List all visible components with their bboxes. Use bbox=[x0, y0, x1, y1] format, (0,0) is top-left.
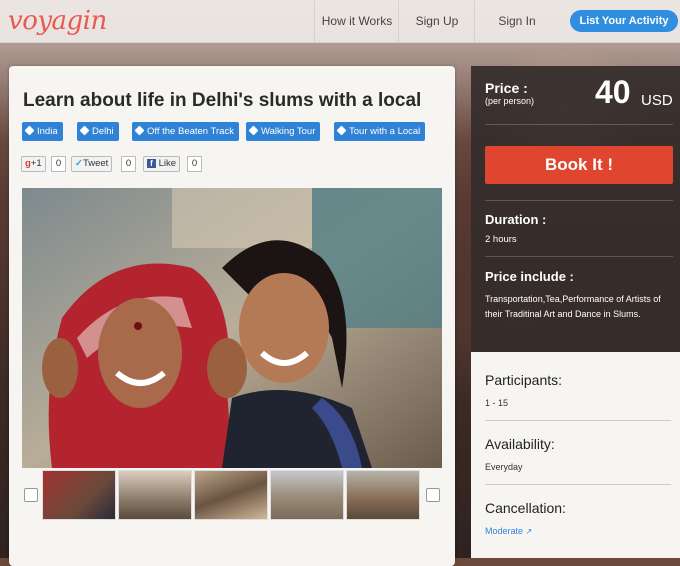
nav-sign-in[interactable]: Sign In bbox=[474, 0, 559, 42]
logo[interactable]: voyagin bbox=[8, 6, 107, 36]
cancellation-link[interactable]: Moderate ↗ bbox=[485, 526, 532, 536]
tag-off-beaten-track[interactable]: Off the Beaten Track bbox=[132, 122, 239, 141]
cancellation-value: Moderate bbox=[485, 526, 524, 536]
tag-icon bbox=[79, 125, 90, 136]
tag-label: Off the Beaten Track bbox=[147, 126, 234, 137]
participants-value: 1 - 15 bbox=[485, 398, 509, 408]
divider bbox=[485, 256, 673, 257]
price-value: 40 bbox=[595, 74, 631, 110]
tag-icon bbox=[248, 125, 259, 136]
price-label: Price : bbox=[485, 80, 528, 96]
facebook-icon: f bbox=[147, 159, 156, 168]
like-button[interactable]: f Like bbox=[143, 156, 181, 172]
like-label: Like bbox=[158, 158, 177, 169]
availability-value: Everyday bbox=[485, 462, 523, 472]
twitter-icon: ✓ bbox=[75, 158, 83, 169]
activity-title: Learn about life in Delhi's slums with a… bbox=[23, 90, 422, 111]
participants-label: Participants: bbox=[485, 372, 563, 388]
thumbnail-3[interactable] bbox=[194, 470, 268, 520]
price-currency: USD bbox=[641, 92, 673, 109]
cancellation-label: Cancellation: bbox=[485, 500, 566, 516]
duration-value: 2 hours bbox=[485, 234, 517, 245]
external-link-icon: ↗ bbox=[525, 527, 533, 536]
gplus-label: +1 bbox=[30, 158, 42, 169]
tag-tour-with-local[interactable]: Tour with a Local bbox=[334, 122, 426, 141]
tag-label: Walking Tour bbox=[261, 126, 316, 137]
prev-checkbox[interactable] bbox=[24, 488, 38, 502]
divider bbox=[485, 484, 671, 485]
tag-icon bbox=[134, 125, 145, 136]
tweet-label: Tweet bbox=[82, 158, 109, 169]
thumbnail-1[interactable] bbox=[42, 470, 116, 520]
price-include-value: Transportation,Tea,Performance of Artist… bbox=[485, 294, 661, 319]
activity-photo[interactable] bbox=[22, 188, 442, 468]
thumbnail-5[interactable] bbox=[346, 470, 420, 520]
photo-illustration bbox=[22, 188, 442, 468]
price-include-label: Price include : bbox=[485, 269, 574, 284]
next-checkbox[interactable] bbox=[426, 488, 440, 502]
divider bbox=[485, 420, 671, 421]
like-count: 0 bbox=[187, 156, 202, 172]
divider bbox=[485, 124, 673, 125]
thumbnail-2[interactable] bbox=[118, 470, 192, 520]
nav-how-it-works[interactable]: How it Works bbox=[314, 0, 399, 42]
tag-icon bbox=[336, 125, 347, 136]
thumbnail-4[interactable] bbox=[270, 470, 344, 520]
tag-india[interactable]: India bbox=[22, 122, 63, 141]
book-it-button[interactable]: Book It ! bbox=[485, 146, 673, 184]
tag-walking-tour[interactable]: Walking Tour bbox=[246, 122, 321, 141]
tag-icon bbox=[24, 125, 35, 136]
availability-label: Availability: bbox=[485, 436, 555, 452]
thumbnail-strip bbox=[22, 470, 442, 520]
tag-label: Tour with a Local bbox=[349, 126, 421, 137]
divider bbox=[485, 200, 673, 201]
gplus-count: 0 bbox=[51, 156, 66, 172]
price-per-person: (per person) bbox=[485, 96, 535, 106]
gplus-button[interactable]: g+1 bbox=[21, 156, 46, 172]
top-nav: voyagin How it Works Sign Up Sign In Lis… bbox=[0, 0, 680, 43]
tag-label: Delhi bbox=[92, 126, 114, 137]
details-panel: Participants: 1 - 15 Availability: Every… bbox=[471, 352, 680, 558]
duration-label: Duration : bbox=[485, 212, 547, 227]
booking-panel: Price : (per person) 40 USD Book It ! Du… bbox=[471, 66, 680, 368]
list-activity-button[interactable]: List Your Activity bbox=[570, 10, 678, 32]
nav-sign-up[interactable]: Sign Up bbox=[398, 0, 475, 42]
tweet-button[interactable]: ✓Tweet bbox=[71, 156, 113, 172]
tweet-count: 0 bbox=[121, 156, 136, 172]
tag-delhi[interactable]: Delhi bbox=[77, 122, 119, 141]
tag-label: India bbox=[37, 126, 58, 137]
activity-card: Learn about life in Delhi's slums with a… bbox=[9, 66, 455, 566]
